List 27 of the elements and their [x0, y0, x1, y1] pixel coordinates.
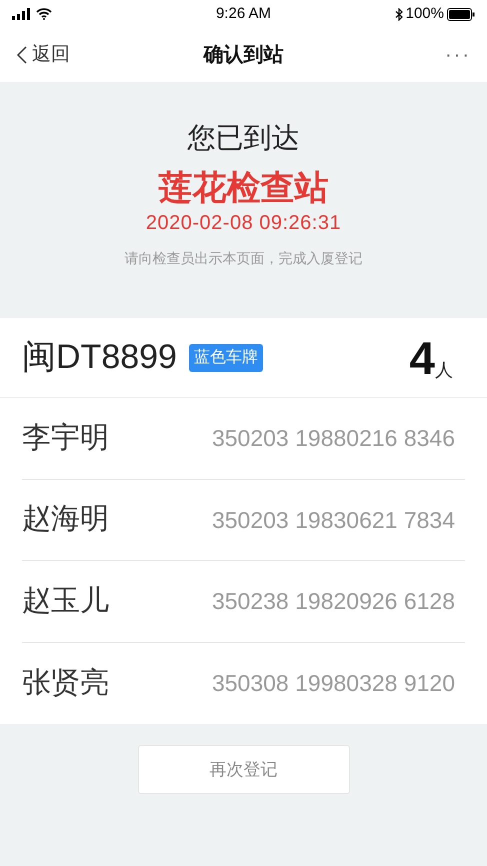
person-name: 赵海明 [22, 502, 109, 537]
signal-icon [12, 8, 32, 20]
passenger-count: 4 [409, 334, 435, 380]
battery-percent: 100% [406, 4, 444, 24]
id-number: 350203 19830621 7834 [212, 506, 456, 534]
status-time: 9:26 AM [216, 4, 272, 24]
chevron-left-icon [16, 45, 28, 65]
bluetooth-icon [394, 8, 403, 20]
id-number: 350203 19880216 8346 [212, 424, 456, 453]
id-number: 350238 19820926 6128 [212, 587, 456, 616]
station-name: 莲花检查站 [158, 168, 328, 209]
page-title: 确认到站 [204, 43, 284, 68]
back-button[interactable]: 返回 [16, 40, 96, 70]
more-button[interactable]: ··· [391, 40, 471, 70]
person-name: 李宇明 [22, 420, 109, 456]
count-unit: 人 [435, 358, 453, 380]
id-number: 350308 19980328 9120 [212, 669, 456, 698]
wifi-icon [36, 8, 52, 20]
person-name: 赵玉儿 [22, 584, 109, 618]
instruction-text: 请向检查员出示本页面，完成入厦登记 [124, 249, 362, 268]
battery-icon [446, 8, 475, 20]
license-plate: 闽DT8899 [22, 337, 177, 378]
register-again-button[interactable]: 再次登记 [138, 745, 350, 794]
person-name: 张贤亮 [22, 666, 109, 700]
plate-color-tag: 蓝色车牌 [188, 344, 263, 372]
arrival-datetime: 2020-02-08 09:26:31 [146, 211, 342, 236]
arrival-heading: 您已到达 [188, 121, 300, 155]
